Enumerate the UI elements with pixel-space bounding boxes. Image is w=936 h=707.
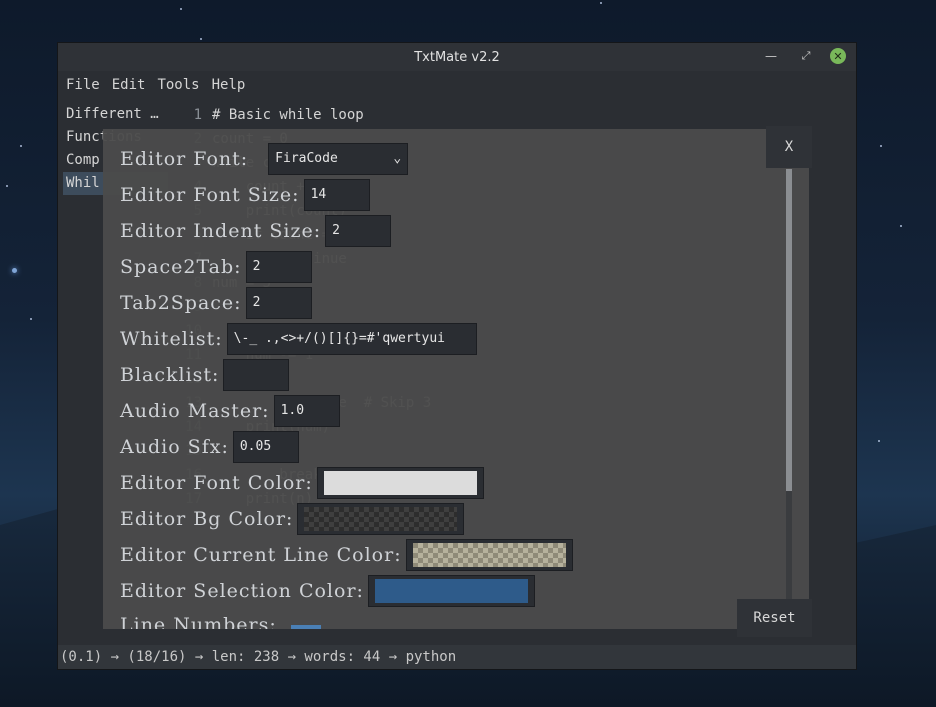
setting-label: Editor Font Size: <box>120 184 300 206</box>
menu-help[interactable]: Help <box>212 77 246 93</box>
setting-whitelist: Whitelist: \-_ .,<>+/()[]{}=#'qwertyui <box>120 323 477 355</box>
setting-tab2space: Tab2Space: 2 <box>120 287 312 319</box>
setting-editor-font: Editor Font: FiraCode ⌄ <box>120 143 409 175</box>
sidebar-item[interactable]: Different … <box>58 103 168 126</box>
color-swatch <box>412 543 566 567</box>
settings-scrollbar[interactable] <box>786 169 792 629</box>
tab2space-input[interactable]: 2 <box>245 287 312 319</box>
setting-label: Line Numbers: <box>120 614 277 629</box>
setting-audio-sfx: Audio Sfx: 0.05 <box>120 431 299 463</box>
line-numbers-toggle[interactable] <box>290 625 321 629</box>
editor-font-select[interactable]: FiraCode ⌄ <box>268 143 409 175</box>
reset-button[interactable]: Reset <box>737 599 812 637</box>
editor-font-color-picker[interactable] <box>316 467 484 499</box>
chevron-down-icon: ⌄ <box>393 151 402 166</box>
blacklist-input[interactable] <box>223 359 290 391</box>
color-swatch <box>323 471 477 495</box>
close-settings-button[interactable]: X <box>766 126 812 168</box>
setting-label: Editor Font: <box>120 148 249 170</box>
close-window-icon[interactable]: ✕ <box>830 48 846 64</box>
setting-label: Space2Tab: <box>120 256 242 278</box>
menu-bar: File Edit Tools Help <box>58 71 856 99</box>
setting-label: Editor Indent Size: <box>120 220 322 242</box>
window-title: TxtMate v2.2 <box>414 49 500 65</box>
setting-label: Audio Sfx: <box>120 436 229 458</box>
space2tab-input[interactable]: 2 <box>245 251 312 283</box>
color-swatch <box>374 579 528 603</box>
minimize-icon[interactable]: — <box>763 48 779 64</box>
setting-editor-bg-color: Editor Bg Color: <box>120 503 465 535</box>
setting-label: Editor Selection Color: <box>120 580 364 602</box>
setting-label: Whitelist: <box>120 328 223 350</box>
setting-audio-master: Audio Master: 1.0 <box>120 395 340 427</box>
setting-editor-current-line-color: Editor Current Line Color: <box>120 539 573 571</box>
setting-label: Editor Font Color: <box>120 472 313 494</box>
menu-tools[interactable]: Tools <box>157 77 199 93</box>
scrollbar-thumb[interactable] <box>786 169 792 491</box>
setting-line-numbers: Line Numbers: <box>120 611 321 629</box>
status-bar: (0.1) → (18/16) → len: 238 → words: 44 →… <box>58 645 856 669</box>
title-bar[interactable]: TxtMate v2.2 — ⤢ ✕ <box>58 43 856 71</box>
color-swatch <box>304 507 458 531</box>
setting-label: Editor Current Line Color: <box>120 544 402 566</box>
editor-bg-color-picker[interactable] <box>297 503 465 535</box>
editor-selection-color-picker[interactable] <box>367 575 535 607</box>
setting-space2tab: Space2Tab: 2 <box>120 251 312 283</box>
audio-master-input[interactable]: 1.0 <box>273 395 340 427</box>
menu-edit[interactable]: Edit <box>112 77 146 93</box>
setting-label: Blacklist: <box>120 364 220 386</box>
code-text: # Basic while loop <box>212 107 364 123</box>
whitelist-input[interactable]: \-_ .,<>+/()[]{}=#'qwertyui <box>226 323 477 355</box>
editor-font-size-input[interactable]: 14 <box>303 179 370 211</box>
setting-editor-font-color: Editor Font Color: <box>120 467 484 499</box>
editor-current-line-color-picker[interactable] <box>405 539 573 571</box>
setting-editor-indent-size: Editor Indent Size: 2 <box>120 215 392 247</box>
line-number: 1 <box>193 107 202 123</box>
setting-label: Tab2Space: <box>120 292 242 314</box>
select-value: FiraCode <box>275 151 338 166</box>
setting-label: Editor Bg Color: <box>120 508 294 530</box>
editor-indent-size-input[interactable]: 2 <box>325 215 392 247</box>
menu-file[interactable]: File <box>66 77 100 93</box>
setting-label: Audio Master: <box>120 400 270 422</box>
settings-panel: Editor Font: FiraCode ⌄ Editor Font Size… <box>103 129 809 629</box>
setting-blacklist: Blacklist: <box>120 359 290 391</box>
setting-editor-font-size: Editor Font Size: 14 <box>120 179 370 211</box>
code-line: 1 # Basic while loop <box>178 103 856 127</box>
maximize-icon[interactable]: ⤢ <box>798 48 814 64</box>
setting-editor-selection-color: Editor Selection Color: <box>120 575 535 607</box>
audio-sfx-input[interactable]: 0.05 <box>232 431 299 463</box>
